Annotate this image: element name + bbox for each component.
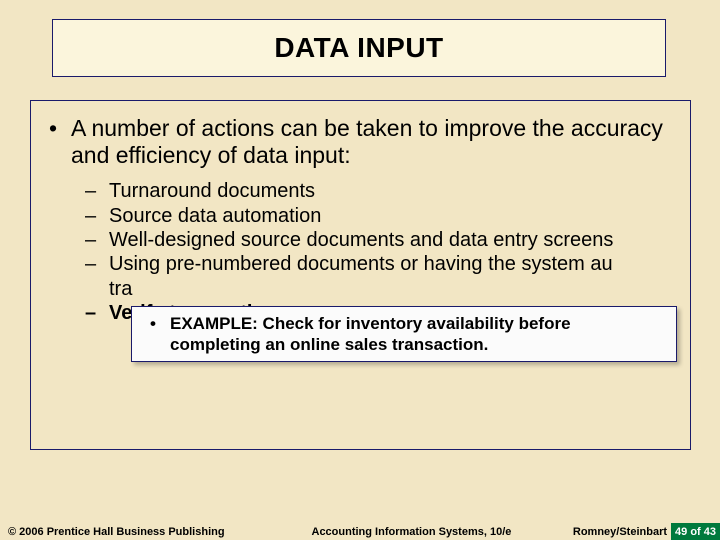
main-bullet: A number of actions can be taken to impr… <box>49 115 672 169</box>
footer-authors: Romney/Steinbart <box>573 526 671 538</box>
footer-page-number: 49 of 43 <box>671 523 720 540</box>
sub-list: Turnaround documents Source data automat… <box>49 179 672 325</box>
slide-title: DATA INPUT <box>274 32 443 64</box>
title-box: DATA INPUT <box>52 19 666 77</box>
sub-item: Using pre-numbered documents or having t… <box>85 252 672 301</box>
sub-item: Turnaround documents <box>85 179 672 203</box>
sub-item: Source data automation <box>85 204 672 228</box>
footer-title: Accounting Information Systems, 10/e <box>250 526 573 538</box>
example-callout: EXAMPLE: Check for inventory availabilit… <box>131 306 677 362</box>
example-text: EXAMPLE: Check for inventory availabilit… <box>150 313 664 356</box>
footer-copyright: © 2006 Prentice Hall Business Publishing <box>0 526 250 538</box>
content-box: A number of actions can be taken to impr… <box>30 100 691 450</box>
sub-item: Well-designed source documents and data … <box>85 228 672 252</box>
footer: © 2006 Prentice Hall Business Publishing… <box>0 523 720 540</box>
